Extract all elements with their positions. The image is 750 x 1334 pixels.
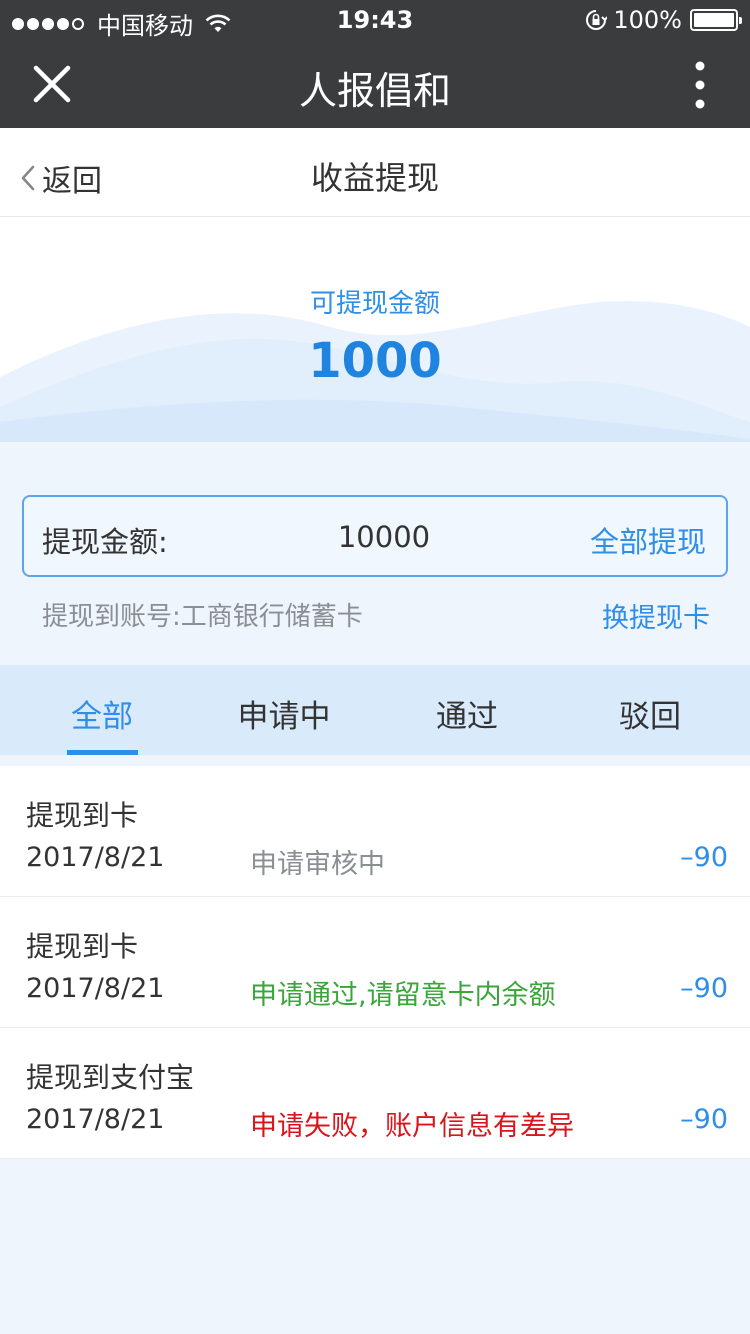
more-options-icon[interactable]	[690, 60, 710, 110]
tab-rejected[interactable]: 驳回	[558, 691, 742, 736]
withdraw-all-button[interactable]: 全部提现	[590, 519, 706, 561]
record-date: 2017/8/21	[26, 973, 165, 1004]
tab-all[interactable]: 全部	[10, 691, 194, 736]
tab-pending[interactable]: 申请中	[192, 691, 376, 736]
available-balance-label: 可提现金额	[309, 289, 440, 319]
rotation-lock-icon	[586, 10, 608, 30]
available-balance-amount: 1000	[308, 333, 442, 389]
record-title: 提现到卡	[26, 930, 139, 963]
record-title: 提现到卡	[26, 799, 139, 832]
app-title: 人报倡和	[298, 69, 451, 113]
list-item[interactable]: 提现到卡 2017/8/21 申请审核中 –90	[0, 766, 750, 897]
withdraw-account-text: 提现到账号:工商银行储蓄卡	[42, 602, 363, 632]
record-status: 申请失败，账户信息有差异	[250, 1111, 574, 1142]
list-item[interactable]: 提现到支付宝 2017/8/21 申请失败，账户信息有差异 –90	[0, 1028, 750, 1159]
withdraw-amount-box: 提现金额: 全部提现	[22, 495, 728, 577]
record-status: 申请审核中	[250, 849, 385, 880]
battery-percent: 100%	[613, 6, 682, 34]
withdraw-amount-input[interactable]	[284, 515, 484, 559]
record-date: 2017/8/21	[26, 1104, 165, 1135]
app-title-bar: 人报倡和	[0, 40, 750, 128]
change-card-button[interactable]: 换提现卡	[602, 596, 710, 635]
battery-icon	[690, 9, 742, 31]
record-status: 申请通过,请留意卡内余额	[250, 980, 556, 1011]
status-right: 100%	[585, 6, 742, 34]
balance-hero: 可提现金额 1000	[0, 217, 750, 467]
active-tab-indicator	[67, 750, 138, 755]
record-date: 2017/8/21	[26, 842, 165, 873]
withdraw-record-list: 提现到卡 2017/8/21 申请审核中 –90 提现到卡 2017/8/21 …	[0, 766, 750, 1159]
record-amount: –90	[680, 842, 728, 873]
withdraw-amount-label: 提现金额:	[42, 525, 168, 559]
record-amount: –90	[680, 1104, 728, 1135]
record-amount: –90	[680, 973, 728, 1004]
page-nav-bar: 返回 收益提现	[0, 128, 750, 217]
filter-tabs: 全部 申请中 通过 驳回	[0, 665, 750, 755]
tab-approved[interactable]: 通过	[375, 691, 559, 736]
status-bar: 中国移动 19:43 100%	[0, 0, 750, 40]
list-item[interactable]: 提现到卡 2017/8/21 申请通过,请留意卡内余额 –90	[0, 897, 750, 1028]
page-title: 收益提现	[310, 159, 439, 197]
record-title: 提现到支付宝	[26, 1061, 195, 1094]
